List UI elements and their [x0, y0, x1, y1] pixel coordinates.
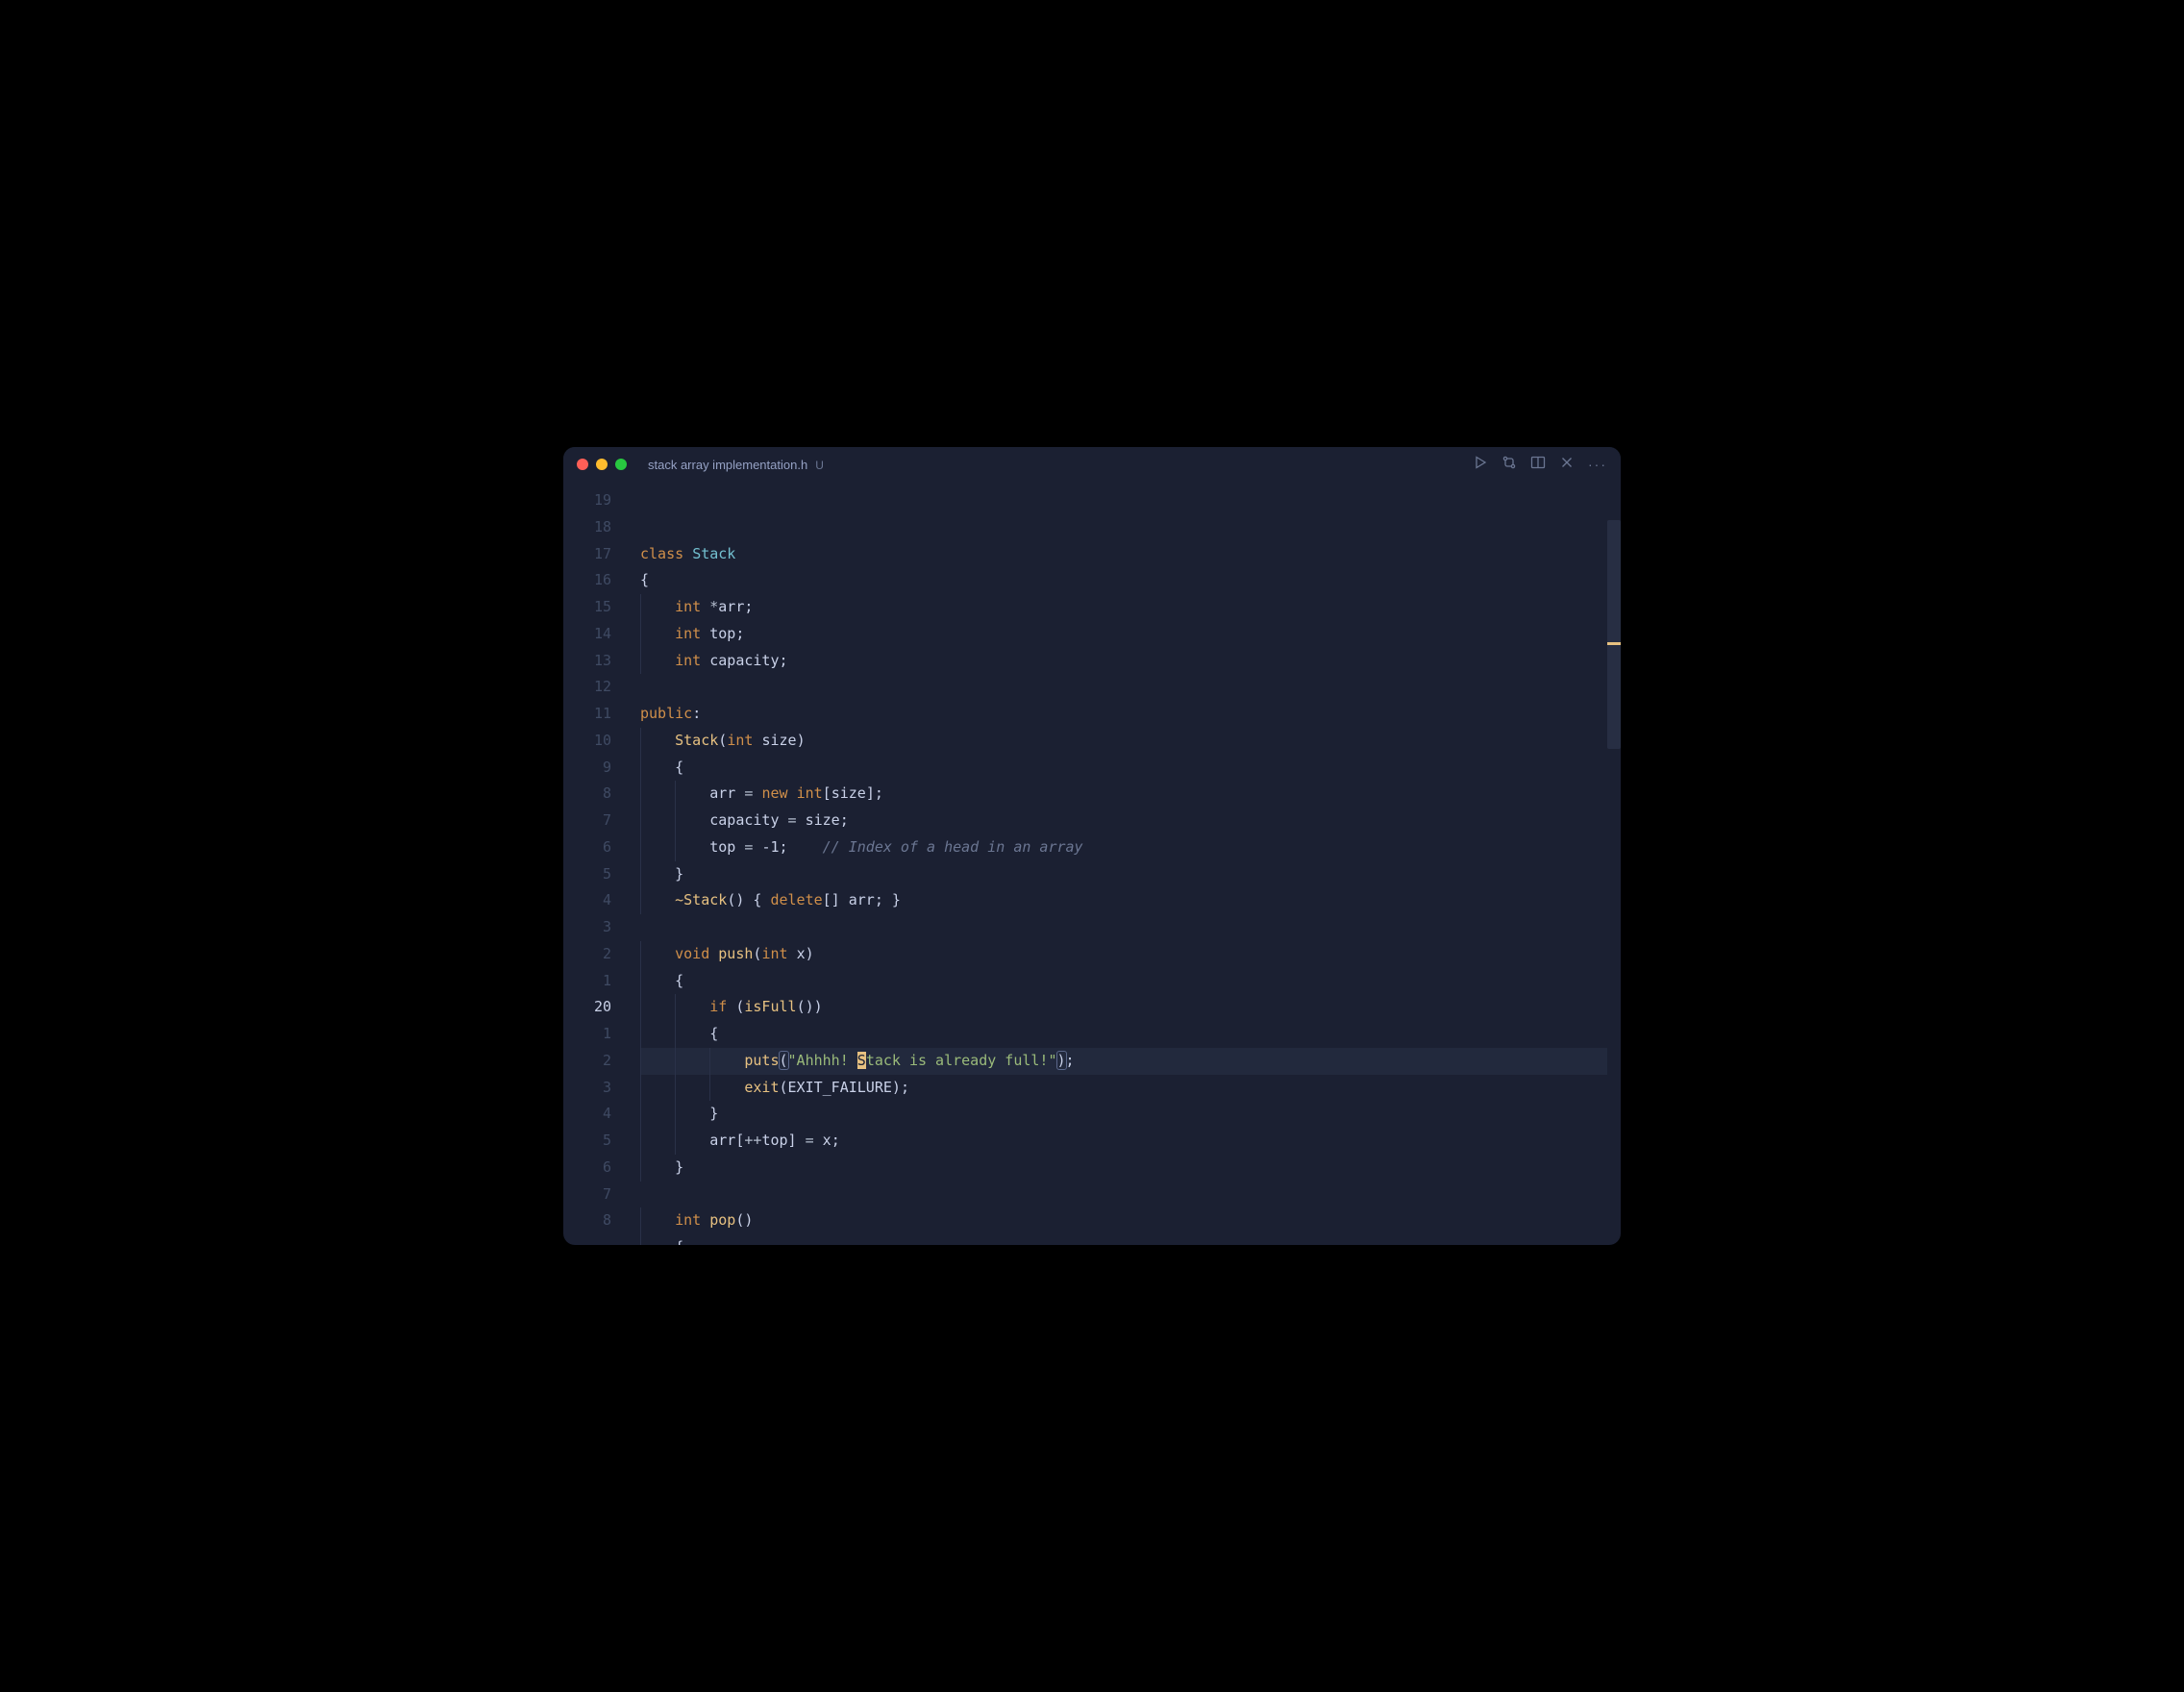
- tab-modified-badge: U: [815, 459, 824, 472]
- code-line[interactable]: capacity = size;: [640, 808, 1607, 834]
- line-number: 14: [563, 621, 611, 648]
- line-number: 19: [563, 487, 611, 514]
- close-icon[interactable]: [1559, 455, 1575, 475]
- run-icon[interactable]: [1473, 455, 1488, 475]
- line-number: 2: [563, 1048, 611, 1075]
- line-number: 16: [563, 567, 611, 594]
- editor-body: 191817161514131211109876543212012345678 …: [563, 482, 1621, 1245]
- code-line[interactable]: [640, 674, 1607, 701]
- code-line[interactable]: arr[++top] = x;: [640, 1128, 1607, 1155]
- minimap-viewport[interactable]: [1607, 520, 1621, 749]
- line-number: 12: [563, 674, 611, 701]
- code-line[interactable]: ~Stack() { delete[] arr; }: [640, 887, 1607, 914]
- code-line[interactable]: exit(EXIT_FAILURE);: [640, 1075, 1607, 1102]
- code-line[interactable]: void push(int x): [640, 941, 1607, 968]
- minimap-marker: [1607, 642, 1621, 645]
- minimize-window-button[interactable]: [596, 459, 608, 470]
- more-actions-icon[interactable]: ···: [1588, 457, 1607, 472]
- code-line[interactable]: int top;: [640, 621, 1607, 648]
- split-editor-icon[interactable]: [1530, 455, 1546, 475]
- gutter: 191817161514131211109876543212012345678: [563, 482, 623, 1245]
- close-window-button[interactable]: [577, 459, 588, 470]
- code-area[interactable]: class Stack{ int *arr; int top; int capa…: [623, 482, 1607, 1245]
- code-line[interactable]: arr = new int[size];: [640, 781, 1607, 808]
- line-number: 8: [563, 781, 611, 808]
- tab[interactable]: stack array implementation.h U: [648, 458, 824, 472]
- code-line[interactable]: top = -1; // Index of a head in an array: [640, 834, 1607, 861]
- line-number: 4: [563, 887, 611, 914]
- line-number: 3: [563, 1075, 611, 1102]
- tab-actions: ···: [1473, 455, 1607, 475]
- line-number: 18: [563, 514, 611, 541]
- code-line[interactable]: int *arr;: [640, 594, 1607, 621]
- line-number: 3: [563, 914, 611, 941]
- titlebar: stack array implementation.h U: [563, 447, 1621, 482]
- line-number: 4: [563, 1101, 611, 1128]
- code-line[interactable]: {: [640, 968, 1607, 995]
- maximize-window-button[interactable]: [615, 459, 627, 470]
- code-line[interactable]: {: [640, 1234, 1607, 1245]
- traffic-lights: [577, 459, 627, 470]
- code-line[interactable]: [640, 914, 1607, 941]
- code-line[interactable]: int pop(): [640, 1207, 1607, 1234]
- line-number: 9: [563, 755, 611, 782]
- code-line[interactable]: {: [640, 567, 1607, 594]
- line-number: 10: [563, 728, 611, 755]
- line-number: 1: [563, 1021, 611, 1048]
- code-line[interactable]: public:: [640, 701, 1607, 728]
- tab-filename: stack array implementation.h: [648, 458, 807, 472]
- line-number: 7: [563, 1182, 611, 1208]
- line-number: 15: [563, 594, 611, 621]
- code-line[interactable]: int capacity;: [640, 648, 1607, 675]
- editor-window: stack array implementation.h U: [563, 447, 1621, 1245]
- code-line[interactable]: }: [640, 1155, 1607, 1182]
- line-number: 8: [563, 1207, 611, 1234]
- line-number: 20: [563, 994, 611, 1021]
- line-number: 7: [563, 808, 611, 834]
- code-line[interactable]: {: [640, 755, 1607, 782]
- code-line[interactable]: }: [640, 1101, 1607, 1128]
- code-line[interactable]: [640, 1182, 1607, 1208]
- git-compare-icon[interactable]: [1502, 455, 1517, 475]
- line-number: 2: [563, 941, 611, 968]
- line-number: 6: [563, 834, 611, 861]
- code-line[interactable]: {: [640, 1021, 1607, 1048]
- code-line[interactable]: puts("Ahhhh! Stack is already full!");: [640, 1048, 1607, 1075]
- line-number: 5: [563, 1128, 611, 1155]
- line-number: 5: [563, 861, 611, 888]
- code-line[interactable]: Stack(int size): [640, 728, 1607, 755]
- minimap[interactable]: [1607, 482, 1621, 1245]
- line-number: 17: [563, 541, 611, 568]
- line-number: 6: [563, 1155, 611, 1182]
- line-number: 1: [563, 968, 611, 995]
- line-number: 11: [563, 701, 611, 728]
- code-line[interactable]: class Stack: [640, 541, 1607, 568]
- code-line[interactable]: }: [640, 861, 1607, 888]
- code-line[interactable]: if (isFull()): [640, 994, 1607, 1021]
- line-number: 13: [563, 648, 611, 675]
